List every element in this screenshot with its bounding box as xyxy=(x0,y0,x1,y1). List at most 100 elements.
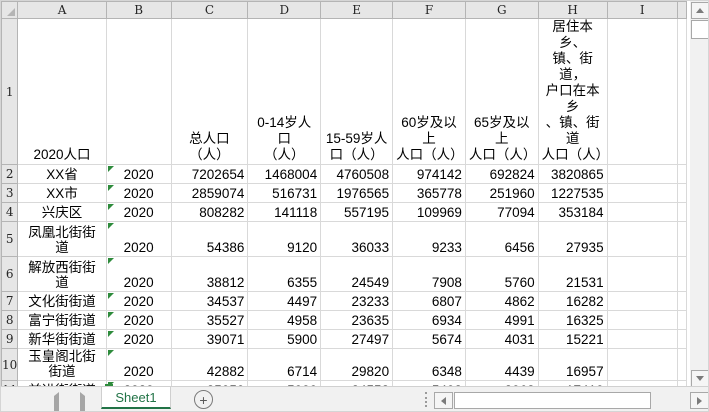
row-header-7[interactable]: 7 xyxy=(1,291,19,311)
cell-F7[interactable]: 6807 xyxy=(392,291,466,311)
tab-scrollbar-splitter-handle[interactable] xyxy=(425,392,428,407)
cell-A6[interactable]: 解放西街街 道 xyxy=(17,256,107,292)
cell-D10[interactable]: 6714 xyxy=(247,348,322,381)
cell-F5[interactable]: 9233 xyxy=(392,221,466,257)
cell-A8[interactable]: 富宁街街道 xyxy=(17,310,107,330)
cell-J10[interactable] xyxy=(676,348,687,381)
cell-G10[interactable]: 4439 xyxy=(464,348,539,381)
cell-A1[interactable]: 2020人口 xyxy=(17,18,107,165)
cell-J3[interactable] xyxy=(676,183,687,203)
column-header-H[interactable]: H xyxy=(537,1,608,19)
cell-I5[interactable] xyxy=(606,221,678,257)
cell-C3[interactable]: 2859074 xyxy=(170,183,249,203)
cell-F8[interactable]: 6934 xyxy=(392,310,466,330)
cell-F10[interactable]: 6348 xyxy=(392,348,466,381)
scroll-down-button[interactable] xyxy=(691,370,708,387)
cell-C10[interactable]: 42882 xyxy=(170,348,249,381)
cell-E7[interactable]: 23233 xyxy=(320,291,394,311)
cell-B4[interactable]: 2020 xyxy=(105,202,172,222)
cell-F1[interactable]: 60岁及以上 人口（人） xyxy=(392,18,466,165)
cell-H3[interactable]: 1227535 xyxy=(537,183,608,203)
cell-G8[interactable]: 4991 xyxy=(464,310,539,330)
cell-I9[interactable] xyxy=(606,329,678,349)
cell-B9[interactable]: 2020 xyxy=(105,329,172,349)
vertical-scrollbar[interactable] xyxy=(690,1,708,388)
scroll-right-button[interactable] xyxy=(690,392,708,409)
cell-G2[interactable]: 692824 xyxy=(464,164,539,184)
cell-I2[interactable] xyxy=(606,164,678,184)
row-header-10[interactable]: 10 xyxy=(1,348,19,381)
cell-B1[interactable] xyxy=(105,18,172,165)
cell-B7[interactable]: 2020 xyxy=(105,291,172,311)
column-header-partial[interactable] xyxy=(676,1,687,19)
cell-F2[interactable]: 974142 xyxy=(392,164,466,184)
column-header-G[interactable]: G xyxy=(464,1,539,19)
cell-D9[interactable]: 5900 xyxy=(247,329,322,349)
row-header-2[interactable]: 2 xyxy=(1,164,19,184)
column-header-B[interactable]: B xyxy=(105,1,172,19)
cell-D1[interactable]: 0-14岁人口 （人） xyxy=(247,18,322,165)
next-sheet-button[interactable] xyxy=(80,392,85,411)
cell-I7[interactable] xyxy=(606,291,678,311)
cell-A10[interactable]: 玉皇阁北街 街道 xyxy=(17,348,107,381)
cell-C7[interactable]: 34537 xyxy=(170,291,249,311)
cell-E6[interactable]: 24549 xyxy=(320,256,394,292)
cell-B8[interactable]: 2020 xyxy=(105,310,172,330)
cell-E5[interactable]: 36033 xyxy=(320,221,394,257)
cell-A5[interactable]: 凤凰北街街 道 xyxy=(17,221,107,257)
cell-H7[interactable]: 16282 xyxy=(537,291,608,311)
cell-E10[interactable]: 29820 xyxy=(320,348,394,381)
cell-E3[interactable]: 1976565 xyxy=(320,183,394,203)
column-header-E[interactable]: E xyxy=(320,1,394,19)
cell-D8[interactable]: 4958 xyxy=(247,310,322,330)
cell-J1[interactable] xyxy=(676,18,687,165)
row-header-9[interactable]: 9 xyxy=(1,329,19,349)
cell-D4[interactable]: 141118 xyxy=(247,202,322,222)
row-header-6[interactable]: 6 xyxy=(1,256,19,292)
cell-G4[interactable]: 77094 xyxy=(464,202,539,222)
cell-B5[interactable]: 2020 xyxy=(105,221,172,257)
cell-A2[interactable]: XX省 xyxy=(17,164,107,184)
column-header-F[interactable]: F xyxy=(392,1,466,19)
cell-D7[interactable]: 4497 xyxy=(247,291,322,311)
cell-G9[interactable]: 4031 xyxy=(464,329,539,349)
cell-I10[interactable] xyxy=(606,348,678,381)
cell-J2[interactable] xyxy=(676,164,687,184)
cell-C6[interactable]: 38812 xyxy=(170,256,249,292)
cell-B2[interactable]: 2020 xyxy=(105,164,172,184)
column-header-A[interactable]: A xyxy=(17,1,107,19)
cell-J4[interactable] xyxy=(676,202,687,222)
prev-sheet-button[interactable] xyxy=(54,392,59,411)
row-header-8[interactable]: 8 xyxy=(1,310,19,330)
cell-I1[interactable] xyxy=(606,18,678,165)
cell-H10[interactable]: 16957 xyxy=(537,348,608,381)
cell-H6[interactable]: 21531 xyxy=(537,256,608,292)
cell-D6[interactable]: 6355 xyxy=(247,256,322,292)
tab-sheet1[interactable]: Sheet1 xyxy=(101,387,171,409)
row-header-4[interactable]: 4 xyxy=(1,202,19,222)
cell-F9[interactable]: 5674 xyxy=(392,329,466,349)
row-header-5[interactable]: 5 xyxy=(1,221,19,257)
cell-C1[interactable]: 总人口 （人） xyxy=(170,18,249,165)
cell-C8[interactable]: 35527 xyxy=(170,310,249,330)
cell-H9[interactable]: 15221 xyxy=(537,329,608,349)
column-header-C[interactable]: C xyxy=(170,1,249,19)
cell-B6[interactable]: 2020 xyxy=(105,256,172,292)
add-sheet-button[interactable]: + xyxy=(194,390,213,409)
cell-F4[interactable]: 109969 xyxy=(392,202,466,222)
cell-G3[interactable]: 251960 xyxy=(464,183,539,203)
cell-D3[interactable]: 516731 xyxy=(247,183,322,203)
cell-J7[interactable] xyxy=(676,291,687,311)
column-header-D[interactable]: D xyxy=(247,1,322,19)
cell-F3[interactable]: 365778 xyxy=(392,183,466,203)
cell-E2[interactable]: 4760508 xyxy=(320,164,394,184)
cell-F6[interactable]: 7908 xyxy=(392,256,466,292)
cell-H2[interactable]: 3820865 xyxy=(537,164,608,184)
vertical-scroll-thumb[interactable] xyxy=(691,20,708,39)
cell-H5[interactable]: 27935 xyxy=(537,221,608,257)
row-header-3[interactable]: 3 xyxy=(1,183,19,203)
cell-C2[interactable]: 7202654 xyxy=(170,164,249,184)
cell-E1[interactable]: 15-59岁人 口（人） xyxy=(320,18,394,165)
cell-H4[interactable]: 353184 xyxy=(537,202,608,222)
horizontal-scroll-thumb[interactable] xyxy=(454,392,651,409)
